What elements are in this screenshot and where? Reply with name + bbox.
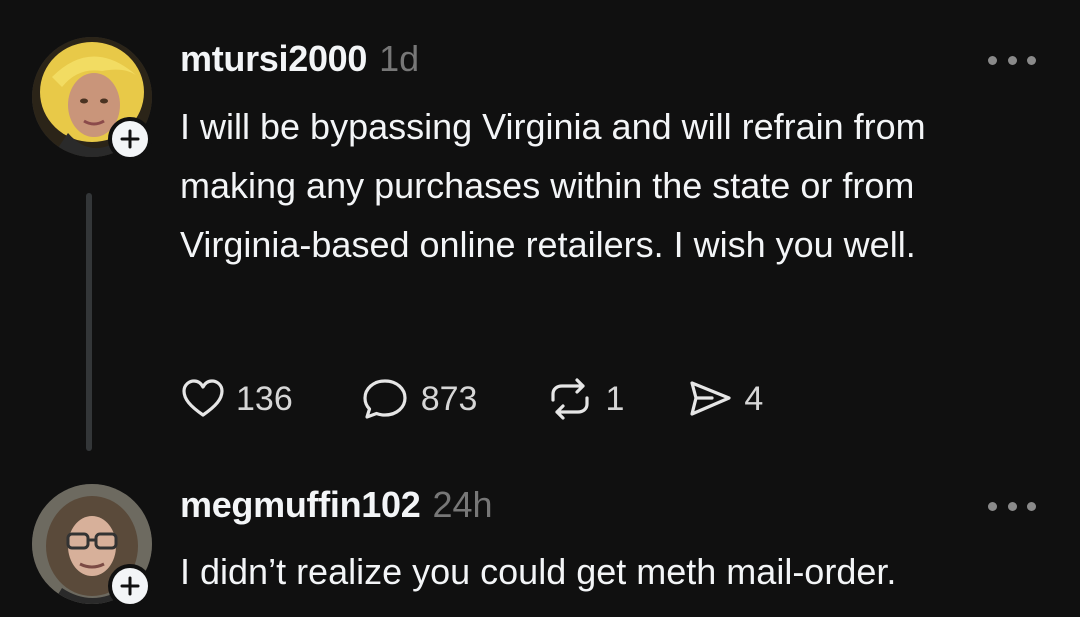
comment-bubble-icon bbox=[363, 379, 407, 419]
repost-button[interactable]: 1 bbox=[545, 376, 624, 422]
post-text: I didn’t realize you could get meth mail… bbox=[180, 551, 897, 592]
follow-button[interactable] bbox=[108, 564, 152, 608]
share-count: 4 bbox=[744, 379, 764, 418]
heart-icon bbox=[182, 379, 224, 417]
repost-count: 1 bbox=[605, 379, 625, 418]
username[interactable]: mtursi2000 bbox=[180, 38, 367, 80]
avatar-megmuffin102-wrapper[interactable] bbox=[32, 484, 152, 608]
like-count: 136 bbox=[236, 379, 293, 418]
post-header: mtursi2000 1d bbox=[180, 38, 419, 80]
post-text: I will be bypassing Virginia and will re… bbox=[180, 106, 926, 265]
more-options-button[interactable] bbox=[988, 494, 1036, 518]
post-header: megmuffin102 24h bbox=[180, 484, 493, 526]
more-options-icon bbox=[988, 55, 997, 65]
follow-button[interactable] bbox=[108, 117, 152, 161]
timestamp[interactable]: 24h bbox=[432, 484, 492, 526]
like-button[interactable]: 136 bbox=[180, 376, 293, 422]
more-options-icon bbox=[988, 501, 997, 511]
reply-button[interactable]: 873 bbox=[361, 376, 478, 422]
plus-icon bbox=[120, 576, 140, 596]
share-button[interactable]: 4 bbox=[686, 376, 763, 422]
action-bar: 136 873 1 4 bbox=[180, 376, 763, 422]
username[interactable]: megmuffin102 bbox=[180, 484, 421, 526]
timestamp[interactable]: 1d bbox=[379, 38, 419, 80]
send-icon bbox=[690, 381, 731, 416]
repost-icon bbox=[551, 378, 590, 420]
plus-icon bbox=[120, 129, 140, 149]
avatar-mtursi2000-wrapper[interactable] bbox=[32, 37, 152, 161]
more-options-button[interactable] bbox=[988, 48, 1036, 72]
thread-line bbox=[86, 193, 92, 451]
reply-count: 873 bbox=[420, 379, 478, 418]
